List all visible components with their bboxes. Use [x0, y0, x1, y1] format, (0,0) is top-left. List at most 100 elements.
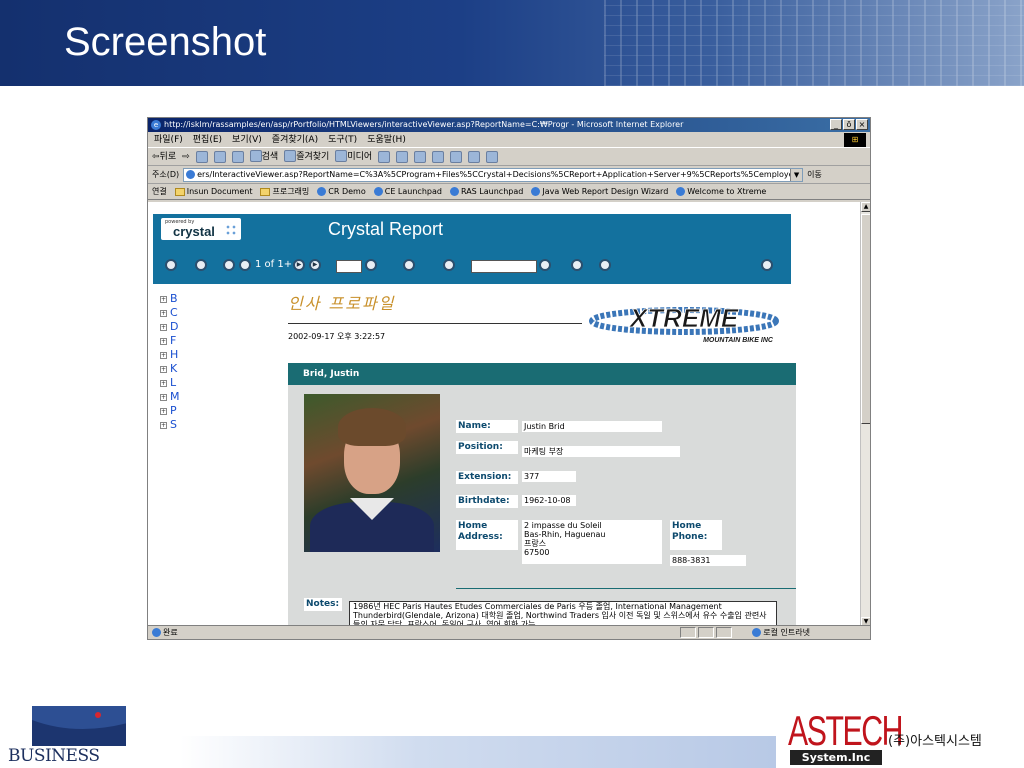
user-icon[interactable] — [486, 150, 499, 163]
history-icon[interactable] — [378, 150, 391, 163]
messenger-icon[interactable] — [468, 150, 481, 163]
scroll-up-icon[interactable]: ▲ — [861, 202, 870, 212]
astech-system-badge: System.Inc — [790, 750, 882, 765]
go-button[interactable]: 이동 — [807, 166, 822, 184]
zoom-icon[interactable] — [571, 259, 583, 271]
status-text: 완료 — [163, 628, 178, 637]
menu-edit[interactable]: 편집(E) — [193, 132, 222, 147]
expand-icon: + — [160, 379, 167, 387]
toggle-tree-icon[interactable] — [403, 259, 415, 271]
link-java-wizard[interactable]: Java Web Report Design Wizard — [531, 184, 668, 199]
page-icon — [152, 628, 161, 637]
next-page-icon[interactable]: ▶ — [293, 259, 305, 271]
mail-icon[interactable] — [396, 150, 409, 163]
media-button[interactable]: 미디어 — [335, 148, 372, 166]
crystal-info-icon[interactable] — [761, 259, 773, 271]
links-bar: 연결 Insun Document 프로그래밍 CR Demo CE Launc… — [148, 184, 870, 200]
favorites-button[interactable]: 즐겨찾기 — [284, 148, 329, 166]
menu-file[interactable]: 파일(F) — [154, 132, 183, 147]
tree-item-s[interactable]: + S — [160, 418, 180, 432]
status-panel — [698, 627, 714, 638]
link-label: Welcome to Xtreme — [687, 187, 767, 196]
tree-item-label: L — [170, 376, 177, 389]
link-ras-launchpad[interactable]: RAS Launchpad — [449, 184, 524, 199]
refresh-icon[interactable] — [213, 150, 226, 163]
back-button[interactable]: ⇦뒤로 — [152, 148, 176, 166]
last-page-icon[interactable]: ▶ — [309, 259, 321, 271]
tree-item-label: P — [170, 404, 177, 417]
tree-item-label: S — [170, 418, 177, 431]
menu-favorites[interactable]: 즐겨찾기(A) — [272, 132, 318, 147]
link-insun-document[interactable]: Insun Document — [174, 184, 253, 199]
tree-item-k[interactable]: + K — [160, 362, 180, 376]
extension-label: Extension: — [456, 471, 518, 484]
page-content: powered by crystal Crystal Report 1 of 1… — [148, 202, 860, 627]
tree-item-label: K — [170, 362, 178, 375]
viewer-toolbar: 1 of 1+ ▶ ▶ — [153, 254, 791, 276]
first-page-icon[interactable] — [223, 259, 235, 271]
export-icon[interactable] — [195, 259, 207, 271]
tree-item-b[interactable]: + B — [160, 292, 180, 306]
tree-item-m[interactable]: + M — [160, 390, 180, 404]
intranet-icon — [752, 628, 762, 637]
tree-item-c[interactable]: + C — [160, 306, 180, 320]
scroll-thumb[interactable] — [861, 214, 870, 424]
print-icon[interactable] — [165, 259, 177, 271]
vertical-scrollbar[interactable]: ▲ ▼ — [860, 202, 870, 627]
link-ce-launchpad[interactable]: CE Launchpad — [373, 184, 442, 199]
expand-icon: + — [160, 351, 167, 359]
browser-toolbar: ⇦뒤로 ⇨ 검색 즐겨찾기 미디어 — [148, 148, 870, 166]
search-go-icon[interactable] — [539, 259, 551, 271]
address-input[interactable]: ers/InteractiveViewer.asp?ReportName=C%3… — [183, 167, 804, 182]
address-dropdown-icon[interactable]: ▼ — [790, 168, 803, 181]
photo-hair — [338, 408, 406, 446]
link-label: CE Launchpad — [384, 187, 442, 196]
expand-icon: + — [160, 393, 167, 401]
close-button[interactable]: × — [856, 119, 868, 130]
home-icon[interactable] — [231, 150, 244, 163]
prev-page-icon[interactable] — [239, 259, 251, 271]
tree-item-f[interactable]: + F — [160, 334, 180, 348]
position-label: Position: — [456, 441, 518, 454]
menu-help[interactable]: 도움말(H) — [367, 132, 406, 147]
tree-item-label: H — [170, 348, 179, 361]
link-programming[interactable]: 프로그래밍 — [260, 184, 309, 199]
menu-tools[interactable]: 도구(T) — [328, 132, 357, 147]
employee-header: Brid, Justin — [288, 363, 796, 385]
goto-page-icon[interactable] — [365, 259, 377, 271]
search-text-input[interactable] — [471, 260, 537, 273]
notes-label: Notes: — [304, 598, 342, 611]
maximize-button[interactable]: ō — [843, 119, 855, 130]
link-welcome-xtreme[interactable]: Welcome to Xtreme — [676, 184, 766, 199]
notes-value: 1986년 HEC Paris Hautes Etudes Commercial… — [349, 601, 777, 627]
link-label: Insun Document — [186, 187, 253, 196]
media-label: 미디어 — [347, 151, 373, 162]
tree-item-h[interactable]: + H — [160, 348, 180, 362]
page-icon — [449, 187, 459, 196]
tree-item-label: M — [170, 390, 180, 403]
extension-value: 377 — [522, 471, 576, 482]
menu-view[interactable]: 보기(V) — [232, 132, 262, 147]
browser-title: http://isklm/rassamples/en/asp/rPortfoli… — [164, 120, 684, 129]
refresh-report-icon[interactable] — [443, 259, 455, 271]
link-label: 프로그래밍 — [272, 187, 310, 196]
goto-page-input[interactable] — [336, 260, 362, 273]
help-icon[interactable] — [599, 259, 611, 271]
tree-item-label: D — [170, 320, 179, 333]
expand-icon: + — [160, 421, 167, 429]
link-label: RAS Launchpad — [460, 187, 524, 196]
link-cr-demo[interactable]: CR Demo — [317, 184, 366, 199]
search-button[interactable]: 검색 — [249, 148, 278, 166]
tree-item-l[interactable]: + L — [160, 376, 180, 390]
business-objects-mark-icon — [32, 706, 126, 746]
stop-icon[interactable] — [195, 150, 208, 163]
forward-button[interactable]: ⇨ — [182, 148, 190, 166]
print-icon[interactable] — [414, 150, 427, 163]
status-panel — [680, 627, 696, 638]
tree-item-p[interactable]: + P — [160, 404, 180, 418]
minimize-button[interactable]: _ — [830, 119, 842, 130]
browser-window: e http://isklm/rassamples/en/asp/rPortfo… — [147, 117, 871, 640]
discuss-icon[interactable] — [450, 150, 463, 163]
tree-item-d[interactable]: + D — [160, 320, 180, 334]
edit-icon[interactable] — [432, 150, 445, 163]
